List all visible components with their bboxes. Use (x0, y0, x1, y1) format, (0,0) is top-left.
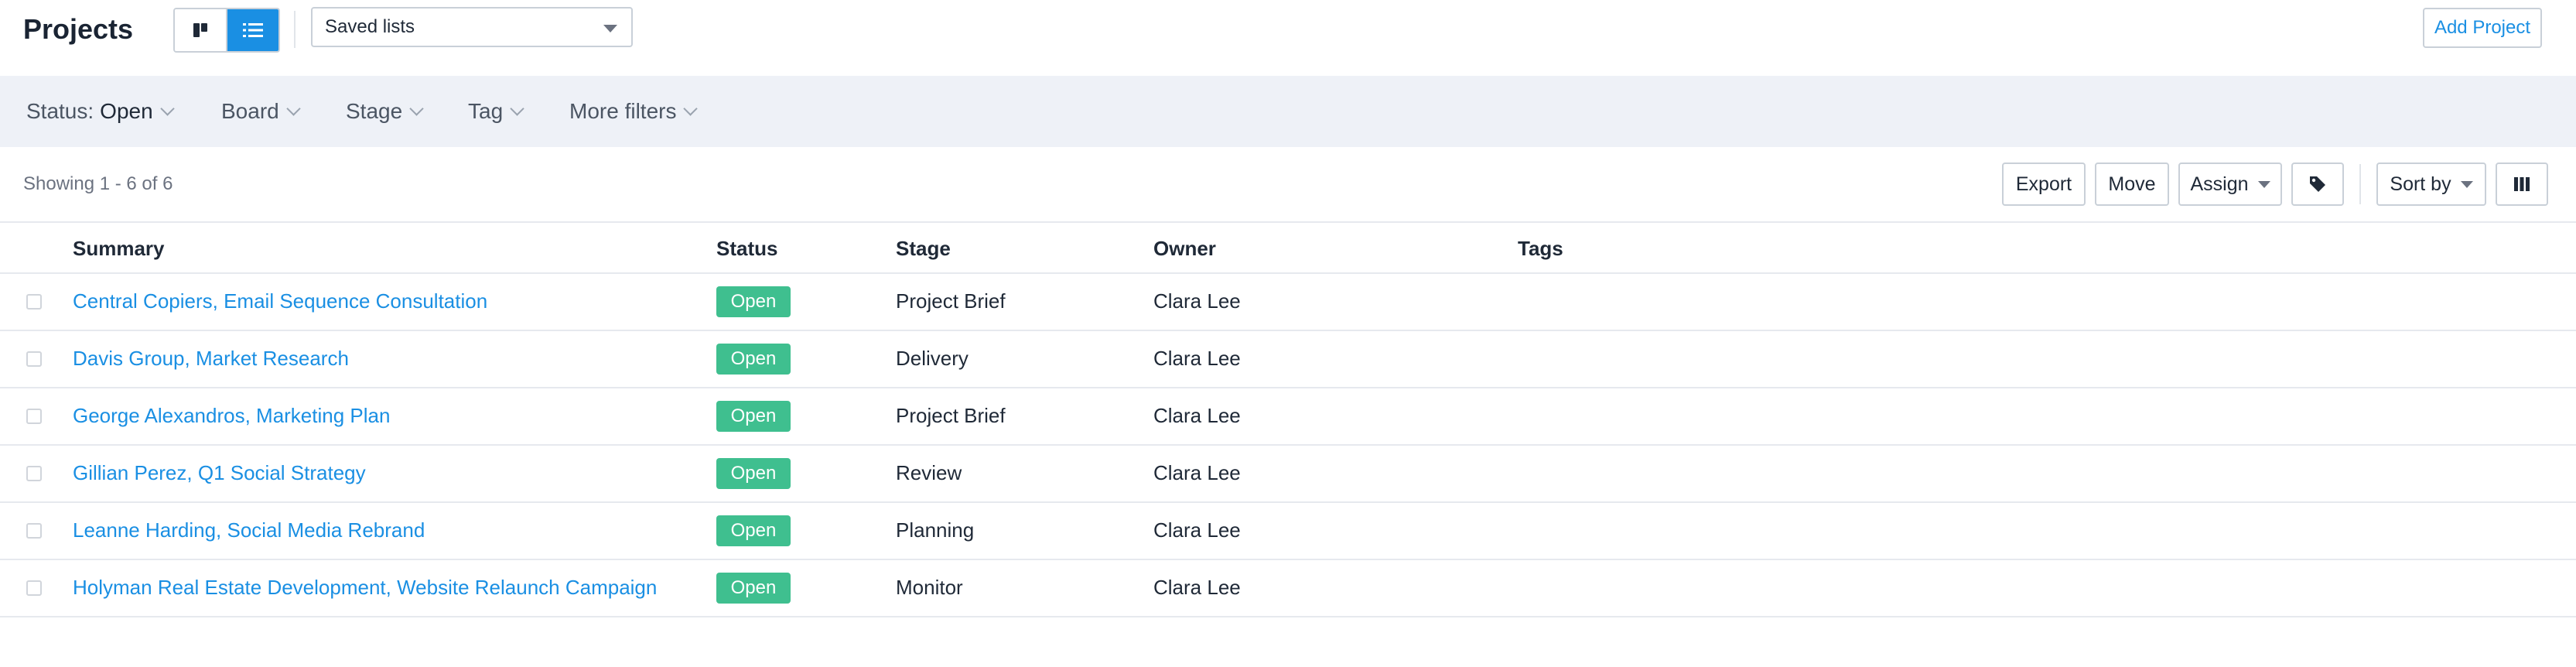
board-filter[interactable]: Board (221, 76, 301, 147)
column-header-stage[interactable]: Stage (896, 237, 951, 261)
status-badge: Open (716, 401, 791, 432)
top-bar: Projects Saved lists Add Project (0, 0, 2576, 76)
filter-bar: Status: Open Board Stage Tag More filter… (0, 76, 2576, 147)
tag-filter-label: Tag (468, 99, 504, 123)
table-row: Gillian Perez, Q1 Social Strategy Open R… (0, 446, 2576, 503)
project-summary-link[interactable]: Leanne Harding, Social Media Rebrand (73, 518, 425, 542)
chevron-down-icon (683, 101, 699, 116)
status-badge: Open (716, 344, 791, 375)
table-row: Central Copiers, Email Sequence Consulta… (0, 274, 2576, 331)
row-checkbox[interactable] (26, 294, 42, 310)
projects-table: Summary Status Stage Owner Tags Central … (0, 221, 2576, 617)
owner-cell: Clara Lee (1153, 404, 1241, 427)
status-badge: Open (716, 573, 791, 604)
caret-down-icon (2460, 180, 2473, 188)
move-button[interactable]: Move (2095, 162, 2169, 206)
columns-icon (2514, 177, 2530, 191)
list-toolbar: Showing 1 - 6 of 6 Export Move Assign So… (0, 147, 2576, 221)
stage-cell: Delivery (896, 347, 969, 370)
status-badge: Open (716, 286, 791, 317)
stage-cell: Review (896, 461, 962, 484)
list-view-button[interactable] (226, 9, 278, 51)
table-row: Leanne Harding, Social Media Rebrand Ope… (0, 503, 2576, 560)
sort-by-label: Sort by (2390, 173, 2451, 195)
column-header-summary[interactable]: Summary (73, 237, 165, 261)
status-badge: Open (716, 515, 791, 546)
caret-down-icon (2257, 180, 2270, 188)
more-filters-label: More filters (569, 99, 677, 123)
row-checkbox[interactable] (26, 409, 42, 424)
board-filter-label: Board (221, 99, 279, 123)
owner-cell: Clara Lee (1153, 461, 1241, 484)
more-filters[interactable]: More filters (569, 76, 699, 147)
board-view-button[interactable] (175, 9, 226, 51)
status-badge: Open (716, 458, 791, 489)
chevron-down-icon (409, 101, 424, 116)
table-row: Davis Group, Market Research Open Delive… (0, 331, 2576, 388)
saved-lists-select[interactable]: Saved lists (311, 7, 633, 47)
project-summary-link[interactable]: Davis Group, Market Research (73, 347, 349, 371)
row-checkbox[interactable] (26, 580, 42, 596)
chevron-down-icon (510, 101, 524, 116)
stage-cell: Project Brief (896, 289, 1006, 313)
owner-cell: Clara Lee (1153, 518, 1241, 542)
stage-cell: Project Brief (896, 404, 1006, 427)
row-checkbox[interactable] (26, 351, 42, 367)
status-filter[interactable]: Status: Open (26, 76, 175, 147)
view-toggle (173, 8, 280, 53)
header-divider (294, 11, 296, 48)
row-checkbox[interactable] (26, 523, 42, 539)
toolbar-divider (2359, 164, 2361, 204)
list-view-icon (243, 23, 263, 37)
add-project-button[interactable]: Add Project (2423, 8, 2542, 48)
chevron-down-icon (286, 101, 301, 116)
tag-icon (2310, 176, 2325, 192)
export-button[interactable]: Export (2002, 162, 2086, 206)
board-view-icon (193, 23, 207, 37)
assign-button[interactable]: Assign (2178, 162, 2282, 206)
saved-lists-label: Saved lists (325, 16, 415, 37)
stage-cell: Monitor (896, 576, 963, 599)
column-header-status[interactable]: Status (716, 237, 777, 261)
stage-filter-label: Stage (346, 99, 403, 123)
column-header-owner[interactable]: Owner (1153, 237, 1216, 261)
project-summary-link[interactable]: Gillian Perez, Q1 Social Strategy (73, 461, 366, 485)
project-summary-link[interactable]: Holyman Real Estate Development, Website… (73, 576, 657, 600)
project-summary-link[interactable]: Central Copiers, Email Sequence Consulta… (73, 289, 487, 313)
chevron-down-icon (159, 101, 175, 116)
table-row: George Alexandros, Marketing Plan Open P… (0, 388, 2576, 446)
status-filter-value: Open (100, 99, 153, 123)
project-summary-link[interactable]: George Alexandros, Marketing Plan (73, 404, 390, 428)
stage-filter[interactable]: Stage (346, 76, 424, 147)
owner-cell: Clara Lee (1153, 576, 1241, 599)
owner-cell: Clara Lee (1153, 289, 1241, 313)
page-title: Projects (23, 13, 134, 45)
row-checkbox[interactable] (26, 466, 42, 481)
result-count: Showing 1 - 6 of 6 (23, 173, 173, 194)
column-header-tags[interactable]: Tags (1518, 237, 1563, 261)
caret-down-icon (603, 25, 617, 32)
stage-cell: Planning (896, 518, 975, 542)
assign-label: Assign (2190, 173, 2249, 195)
table-row: Holyman Real Estate Development, Website… (0, 560, 2576, 617)
table-header: Summary Status Stage Owner Tags (0, 221, 2576, 274)
sort-by-button[interactable]: Sort by (2376, 162, 2486, 206)
columns-button[interactable] (2496, 162, 2548, 206)
owner-cell: Clara Lee (1153, 347, 1241, 370)
tag-button[interactable] (2291, 162, 2344, 206)
status-filter-label: Status: (26, 99, 94, 123)
tag-filter[interactable]: Tag (468, 76, 524, 147)
